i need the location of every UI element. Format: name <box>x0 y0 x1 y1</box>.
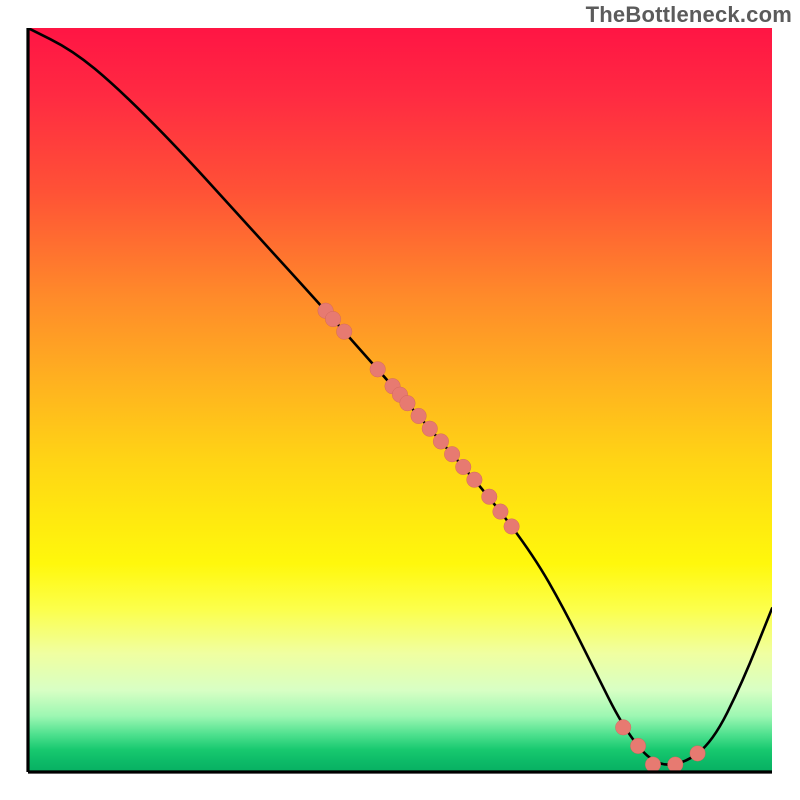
plot-area <box>28 28 772 772</box>
chart-container: TheBottleneck.com <box>0 0 800 800</box>
data-marker <box>667 757 683 772</box>
data-marker <box>690 746 706 762</box>
data-marker <box>336 324 352 340</box>
data-marker <box>493 504 509 520</box>
data-marker <box>455 459 471 475</box>
data-marker <box>467 472 483 488</box>
data-marker <box>630 738 646 754</box>
data-marker <box>411 408 427 424</box>
data-marker <box>370 362 386 378</box>
data-marker <box>433 434 449 450</box>
data-marker <box>615 720 631 736</box>
data-marker <box>422 421 438 437</box>
chart-svg <box>28 28 772 772</box>
data-marker <box>400 395 416 411</box>
data-marker <box>444 446 460 462</box>
data-marker <box>504 519 520 535</box>
data-marker <box>325 311 341 327</box>
watermark-label: TheBottleneck.com <box>586 2 792 28</box>
data-marker <box>645 757 661 772</box>
data-marker <box>481 489 497 505</box>
